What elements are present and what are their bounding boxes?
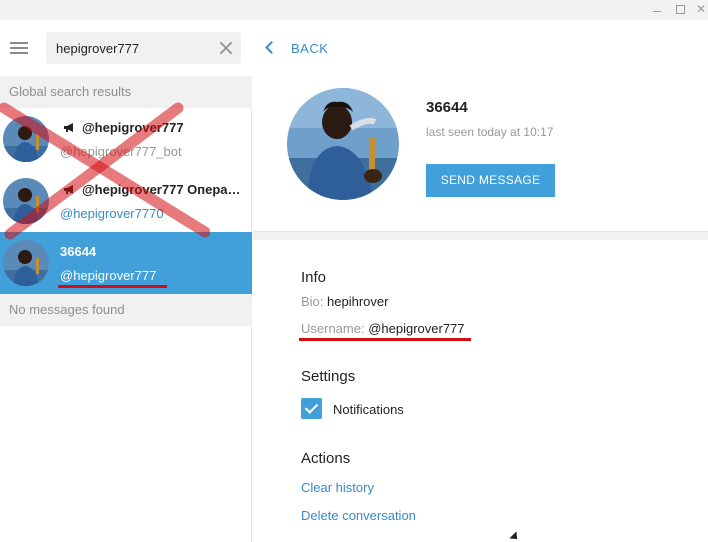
notifications-checkbox[interactable] [301,398,322,419]
clear-history-link[interactable]: Clear history [301,480,374,495]
settings-title: Settings [301,368,356,385]
username-label: Username: [301,321,365,336]
search-result-row[interactable]: @hepigrover777 Операция @hepigrover7770 [0,170,252,232]
send-message-button[interactable]: SEND MESSAGE [426,164,555,197]
avatar [3,240,49,286]
chevron-left-icon [265,41,278,54]
clear-search-icon[interactable] [219,41,233,55]
info-title: Info [301,269,327,286]
result-subtitle: @hepigrover777 [60,268,157,283]
close-icon[interactable]: ✕ [694,2,708,16]
profile-panel: BACK 36644 last seen today at 10:17 SEND… [253,20,708,542]
notifications-label: Notifications [333,402,404,417]
result-title: @hepigrover777 Операция [82,182,245,197]
minimize-icon[interactable] [650,2,664,16]
result-title: 36644 [60,244,97,259]
search-box [46,32,241,64]
bio-row: Bio: hepihrover [301,294,388,309]
profile-last-seen: last seen today at 10:17 [426,125,554,139]
section-divider [253,231,708,240]
search-topbar [0,20,252,76]
megaphone-icon [64,123,73,132]
search-result-row[interactable]: @hepigrover777 @hepigrover777_bot [0,108,252,170]
username-row: Username: @hepigrover777 [301,321,465,336]
result-subtitle: @hepigrover7770 [60,206,164,221]
maximize-icon[interactable] [673,2,687,16]
result-subtitle: @hepigrover777_bot [60,144,182,159]
no-messages-header: No messages found [0,294,252,326]
hamburger-menu-icon[interactable] [10,42,28,54]
annotation-underline [299,338,471,341]
annotation-underline [58,285,167,288]
username-value: @hepigrover777 [368,321,465,336]
profile-avatar[interactable] [287,88,399,200]
profile-name: 36644 [426,99,468,116]
search-result-row-selected[interactable]: 36644 @hepigrover777 [0,232,252,294]
result-title: @hepigrover777 [82,120,184,135]
bio-value: hepihrover [327,294,389,309]
global-search-header: Global search results [0,76,252,108]
window-titlebar: ✕ [0,0,708,20]
avatar [3,116,49,162]
back-label: BACK [291,41,329,56]
delete-conversation-link[interactable]: Delete conversation [301,508,416,523]
actions-title: Actions [301,450,351,467]
megaphone-icon [64,185,73,194]
avatar [3,178,49,224]
search-input[interactable] [56,32,211,64]
search-panel: Global search results @hepigrover777 @he… [0,20,252,542]
bio-label: Bio: [301,294,324,309]
